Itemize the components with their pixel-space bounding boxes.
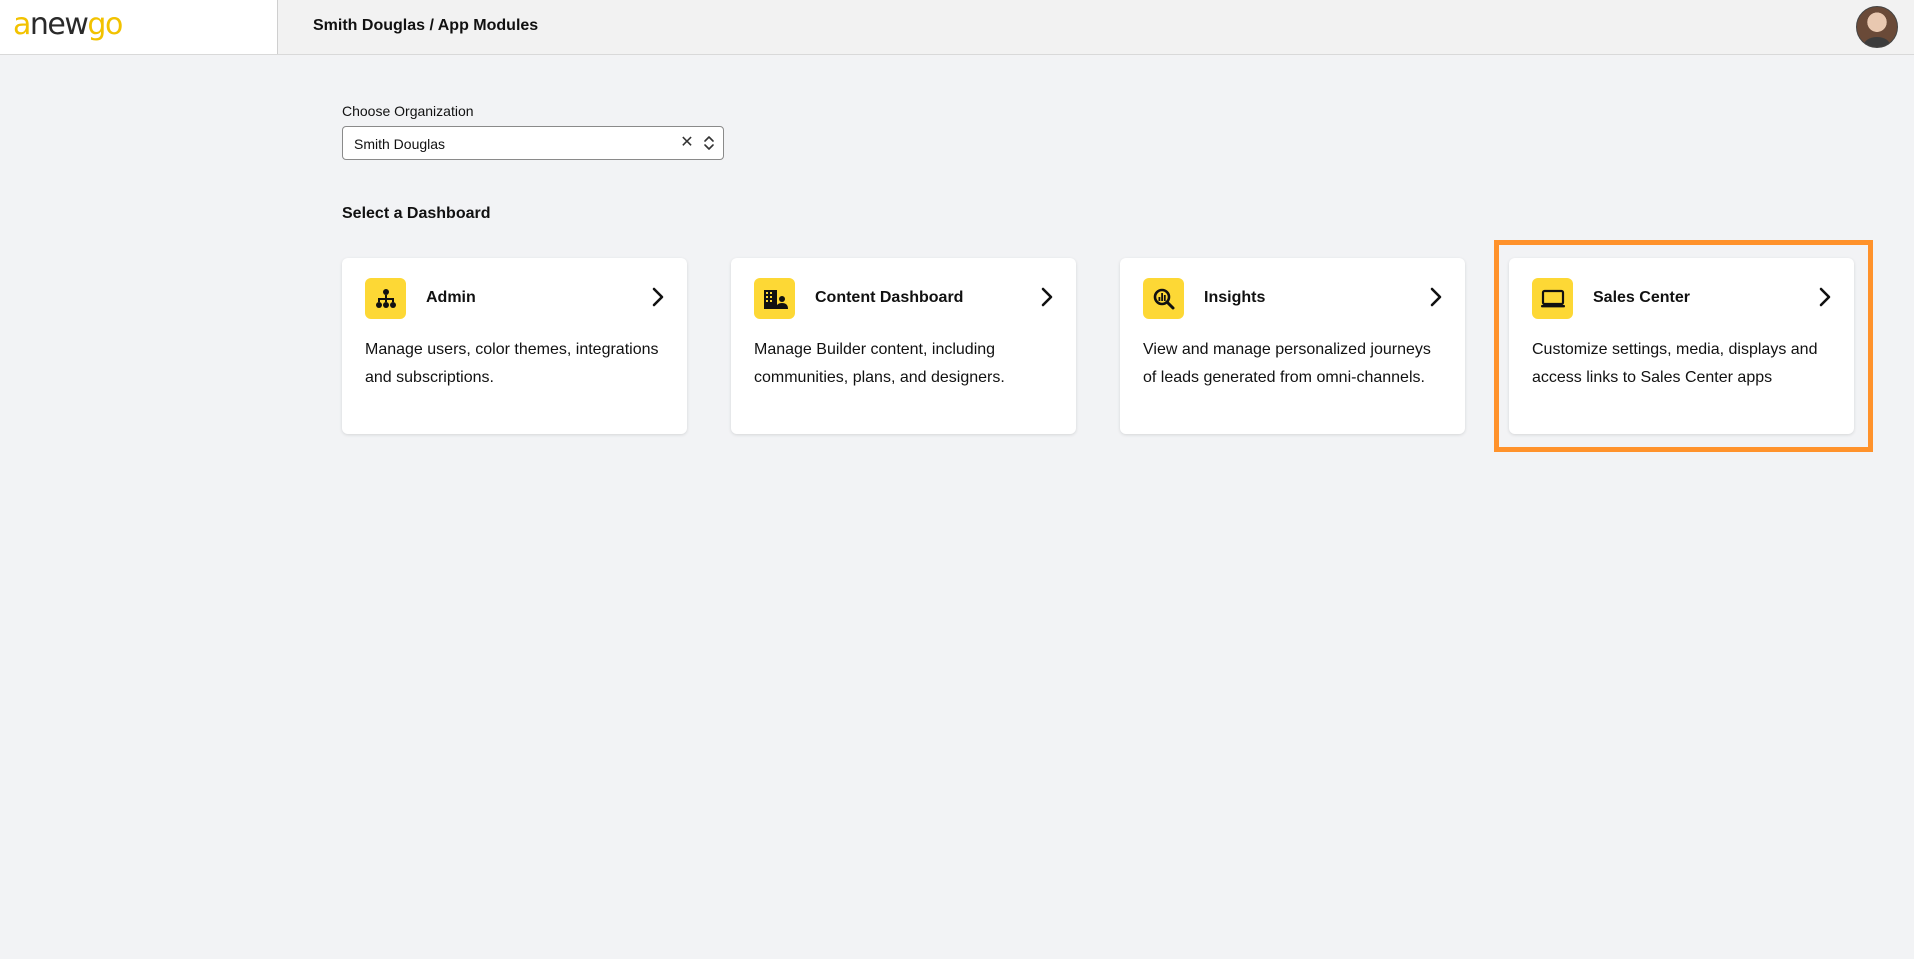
user-avatar[interactable]	[1856, 6, 1898, 48]
top-bar: anewgo Smith Douglas / App Modules	[0, 0, 1914, 55]
card-title: Content Dashboard	[815, 289, 964, 306]
breadcrumb: Smith Douglas / App Modules	[313, 17, 539, 34]
card-description: View and manage personalized journeys of…	[1143, 341, 1431, 386]
card-title: Insights	[1204, 289, 1266, 306]
card-description: Manage Builder content, including commun…	[754, 341, 1005, 386]
chart-search-icon	[1143, 278, 1184, 319]
chevron-right-icon[interactable]	[1818, 286, 1832, 308]
building-user-icon	[754, 278, 795, 319]
logo-middle: new	[29, 7, 89, 42]
organization-select[interactable]: Smith Douglas ✕	[342, 126, 724, 160]
card-description: Manage users, color themes, integrations…	[365, 341, 659, 386]
chevron-right-icon[interactable]	[651, 286, 665, 308]
organization-select-value: Smith Douglas	[354, 136, 446, 152]
select-dashboard-heading: Select a Dashboard	[342, 205, 491, 222]
chevron-right-icon[interactable]	[1040, 286, 1054, 308]
monitor-icon	[1532, 278, 1573, 319]
dashboard-card-insights[interactable]: Insights View and manage personalized jo…	[1120, 258, 1465, 434]
dashboard-card-sales-center[interactable]: Sales Center Customize settings, media, …	[1509, 258, 1854, 434]
dashboard-card-admin[interactable]: Admin Manage users, color themes, integr…	[342, 258, 687, 434]
org-chart-icon	[365, 278, 406, 319]
anewgo-logo[interactable]: anewgo	[13, 5, 123, 45]
logo-area[interactable]: anewgo	[0, 0, 278, 54]
clear-icon[interactable]: ✕	[679, 134, 695, 152]
logo-prefix: a	[13, 7, 31, 42]
dashboard-card-content[interactable]: Content Dashboard Manage Builder content…	[731, 258, 1076, 434]
card-title: Sales Center	[1593, 289, 1690, 306]
logo-suffix: go	[87, 7, 123, 42]
chevron-up-down-icon[interactable]	[703, 134, 715, 152]
choose-organization-label: Choose Organization	[342, 103, 474, 119]
card-title: Admin	[426, 289, 476, 306]
card-description: Customize settings, media, displays and …	[1532, 341, 1818, 386]
chevron-right-icon[interactable]	[1429, 286, 1443, 308]
